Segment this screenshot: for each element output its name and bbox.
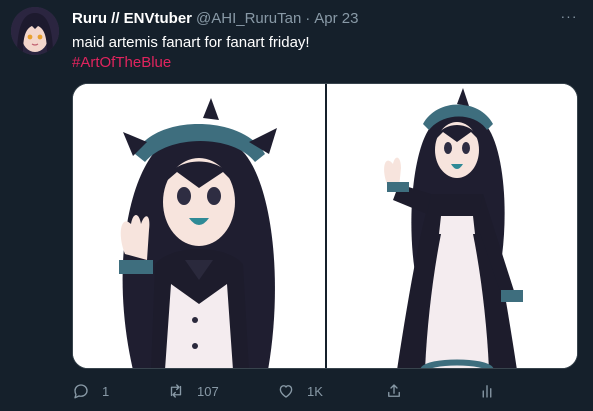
reply-button[interactable]: 1 <box>72 380 109 402</box>
media-grid <box>72 83 578 369</box>
tweet-date[interactable]: Apr 23 <box>314 10 358 27</box>
tweet-header: Ruru // ENVtuber @AHI_RuruTan · Apr 23 <box>72 9 359 27</box>
tweet-text: maid artemis fanart for fanart friday! <box>72 34 310 51</box>
analytics-icon <box>482 385 492 398</box>
like-count: 1K <box>307 383 323 399</box>
heart-icon <box>279 385 293 398</box>
artwork-closeup-image <box>73 84 325 368</box>
reply-count: 1 <box>102 383 110 399</box>
tweet[interactable]: Ruru // ENVtuber @AHI_RuruTan · Apr 23 ·… <box>0 0 593 411</box>
separator-dot: · <box>305 9 311 27</box>
hashtag-link[interactable]: #ArtOfTheBlue <box>72 54 171 71</box>
display-name[interactable]: Ruru // ENVtuber <box>72 10 192 27</box>
media-image-2[interactable] <box>327 84 577 368</box>
artwork-fullbody-image <box>327 84 577 368</box>
reply-icon <box>74 384 88 399</box>
tweet-actions: 1 107 1K <box>72 380 502 402</box>
retweet-count: 107 <box>197 383 219 399</box>
retweet-button[interactable]: 107 <box>167 380 219 402</box>
more-icon: ··· <box>560 8 578 24</box>
like-button[interactable]: 1K <box>277 380 323 402</box>
user-handle[interactable]: @AHI_RuruTan <box>196 10 301 27</box>
analytics-button[interactable] <box>478 380 496 402</box>
avatar[interactable] <box>11 7 59 55</box>
share-icon <box>388 384 400 397</box>
more-options-button[interactable]: ··· <box>560 9 578 27</box>
share-button[interactable] <box>385 380 403 402</box>
retweet-icon <box>170 384 182 398</box>
media-image-1[interactable] <box>73 84 325 368</box>
